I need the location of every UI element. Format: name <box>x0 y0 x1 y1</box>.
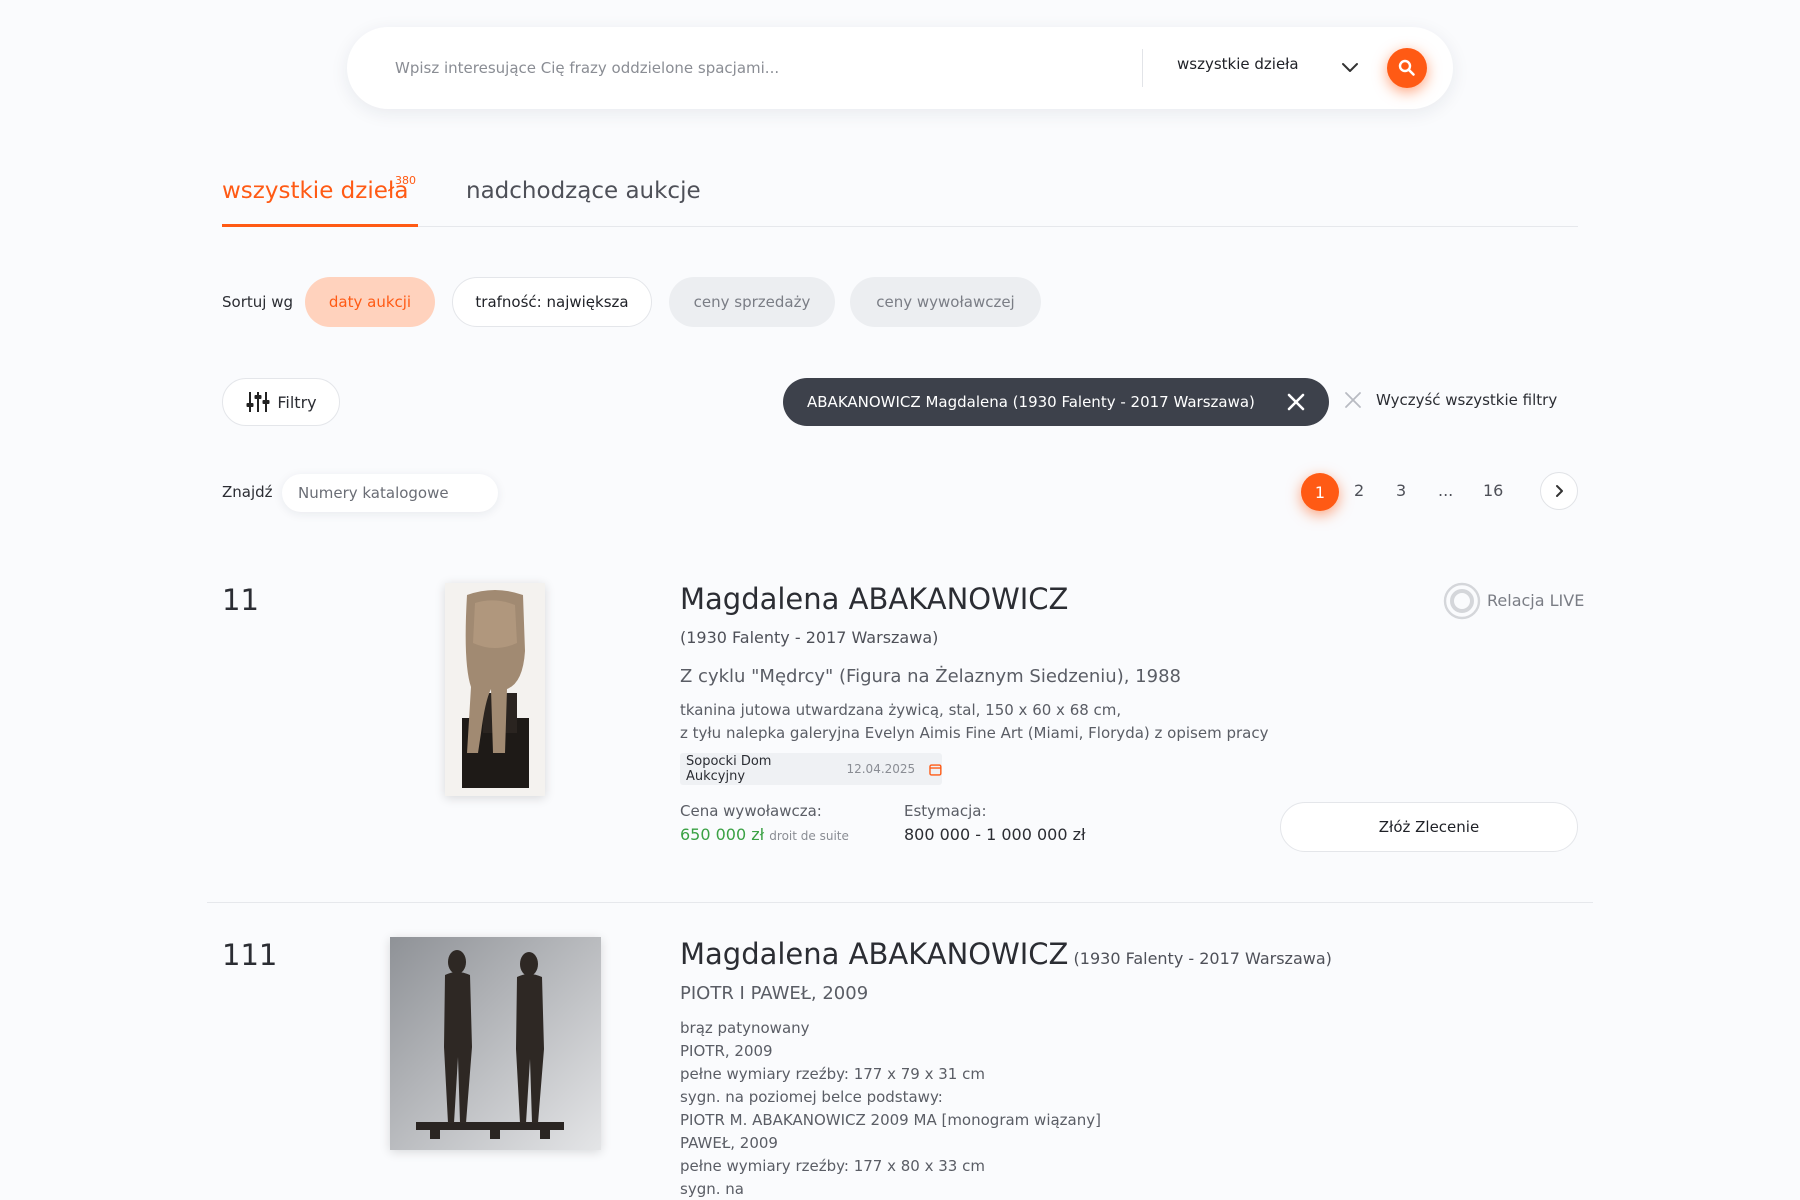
artwork-description: tkanina jutowa utwardzana żywicą, stal, … <box>680 699 1268 745</box>
search-button[interactable] <box>1387 48 1427 88</box>
artist-dates: (1930 Falenty - 2017 Warszawa) <box>680 628 939 647</box>
sort-by-sale-price[interactable]: ceny sprzedaży <box>669 277 835 327</box>
page-link[interactable]: 2 <box>1354 481 1364 500</box>
description-line: sygn. na <box>680 1180 744 1198</box>
search-bar: wszystkie dzieła <box>347 27 1453 109</box>
auction-house: Sopocki Dom Aukcyjny <box>686 754 772 784</box>
artwork-thumbnail[interactable] <box>390 937 601 1150</box>
description-line: PIOTR, 2009 <box>680 1042 773 1060</box>
lot-number: 111 <box>222 938 278 972</box>
active-filter-chip[interactable]: ABAKANOWICZ Magdalena (1930 Falenty - 20… <box>783 378 1329 426</box>
start-price: 650 000 zł droit de suite <box>680 825 849 844</box>
close-icon[interactable] <box>1285 391 1307 413</box>
description-line: pełne wymiary rzeźby: 177 x 80 x 33 cm <box>680 1157 985 1175</box>
auction-tag[interactable]: Sopocki Dom Aukcyjny 12.04.2025 <box>680 753 942 785</box>
description-line: z tyłu nalepka galeryjna Evelyn Aimis Fi… <box>680 724 1269 742</box>
droit-de-suite-note: droit de suite <box>769 829 849 843</box>
description-line: sygn. na poziomej belce podstawy: <box>680 1088 943 1106</box>
artist-dates: (1930 Falenty - 2017 Warszawa) <box>1073 949 1332 968</box>
filters-button-label: Filtry <box>277 392 317 412</box>
clear-all-filters-link[interactable]: Wyczyść wszystkie filtry <box>1376 391 1557 409</box>
estimate-label: Estymacja: <box>904 802 987 820</box>
artist-name[interactable]: Magdalena ABAKANOWICZ <box>680 582 1068 616</box>
start-price-value: 650 000 zł <box>680 825 765 844</box>
catalog-number-input[interactable] <box>282 474 498 512</box>
sliders-icon <box>246 392 270 412</box>
sort-by-auction-date[interactable]: daty aukcji <box>305 277 435 327</box>
live-broadcast-link[interactable]: Relacja LIVE <box>1487 591 1584 610</box>
description-line: pełne wymiary rzeźby: 177 x 79 x 31 cm <box>680 1065 985 1083</box>
description-line: PAWEŁ, 2009 <box>680 1134 778 1152</box>
tab-count-badge: 380 <box>395 174 416 187</box>
artwork-description: brąz patynowany PIOTR, 2009 pełne wymiar… <box>680 1017 1101 1200</box>
clear-filters-icon[interactable] <box>1343 390 1363 410</box>
active-tab-underline <box>222 224 418 227</box>
tab-all-works[interactable]: wszystkie dzieła <box>222 178 409 204</box>
sort-label: Sortuj wg <box>222 293 293 311</box>
sort-by-start-price[interactable]: ceny wywoławczej <box>850 277 1041 327</box>
description-line: tkanina jutowa utwardzana żywicą, stal, … <box>680 701 1122 719</box>
page-link[interactable]: 3 <box>1396 481 1406 500</box>
auction-date: 12.04.2025 <box>846 762 916 776</box>
artwork-thumbnail[interactable] <box>445 583 545 796</box>
active-filter-label: ABAKANOWICZ Magdalena (1930 Falenty - 20… <box>807 393 1255 411</box>
listing-separator <box>207 902 1593 903</box>
live-broadcast-icon[interactable] <box>1443 582 1481 620</box>
tabs-divider <box>222 226 1578 227</box>
chevron-down-icon[interactable] <box>1337 55 1363 81</box>
artwork-title[interactable]: Z cyklu "Mędrcy" (Figura na Żelaznym Sie… <box>680 666 1181 687</box>
find-label: Znajdź <box>222 483 273 501</box>
start-price-label: Cena wywoławcza: <box>680 802 822 820</box>
sort-by-relevance[interactable]: trafność: największa <box>452 277 652 327</box>
lot-number: 11 <box>222 583 259 617</box>
artwork-title[interactable]: PIOTR I PAWEŁ, 2009 <box>680 983 868 1004</box>
search-input[interactable] <box>395 52 1075 84</box>
filters-button[interactable]: Filtry <box>222 378 340 426</box>
sculpture-image <box>445 583 545 796</box>
search-divider <box>1142 49 1143 87</box>
place-order-button[interactable]: Złóż Zlecenie <box>1280 802 1578 852</box>
estimate-value: 800 000 - 1 000 000 zł <box>904 825 1086 844</box>
page-link-last[interactable]: 16 <box>1483 481 1503 500</box>
calendar-icon <box>929 763 942 776</box>
description-line: brąz patynowany <box>680 1019 810 1037</box>
page-current[interactable]: 1 <box>1301 473 1339 511</box>
category-select[interactable]: wszystkie dzieła <box>1177 55 1299 73</box>
search-icon <box>1398 59 1415 76</box>
artist-name[interactable]: Magdalena ABAKANOWICZ <box>680 937 1068 971</box>
description-line: PIOTR M. ABAKANOWICZ 2009 MA [monogram w… <box>680 1111 1101 1129</box>
tab-upcoming-auctions[interactable]: nadchodzące aukcje <box>466 178 701 204</box>
next-page-button[interactable] <box>1540 472 1578 510</box>
chevron-right-icon <box>1556 485 1563 497</box>
sculpture-image <box>390 937 601 1150</box>
artist-heading: Magdalena ABAKANOWICZ (1930 Falenty - 20… <box>680 937 1332 971</box>
page-ellipsis: ... <box>1438 481 1454 500</box>
